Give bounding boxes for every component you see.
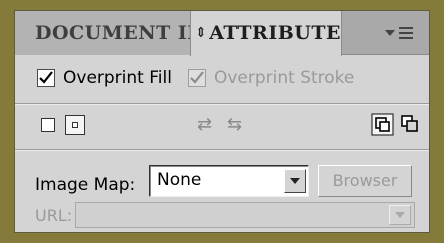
- image-map-select[interactable]: None: [149, 165, 309, 197]
- image-map-label: Image Map:: [35, 175, 136, 195]
- chevron-down-icon: [290, 178, 300, 184]
- show-center-icon[interactable]: [65, 115, 85, 135]
- icon-row: ⇄ ⇆: [15, 111, 429, 141]
- use-non-zero-winding-fill-rule-icon[interactable]: [371, 113, 395, 141]
- chevron-down-icon: [395, 212, 405, 218]
- overprint-stroke-label: Overprint Stroke: [213, 68, 355, 88]
- reverse-path-direction-on-icon[interactable]: ⇆: [227, 115, 242, 135]
- tab-document-info[interactable]: DOCUMENT INFO: [15, 11, 190, 55]
- hide-center-icon[interactable]: [41, 118, 55, 132]
- use-even-odd-fill-rule-icon[interactable]: [400, 114, 420, 138]
- tab-document-info-label: DOCUMENT INFO: [35, 22, 190, 44]
- overprint-fill-label: Overprint Fill: [63, 68, 172, 88]
- overprint-fill-checkbox[interactable]: [37, 69, 55, 87]
- divider: [15, 149, 429, 151]
- image-map-selected-value: None: [157, 170, 202, 190]
- url-dropdown-button[interactable]: [389, 205, 411, 225]
- divider: [15, 103, 429, 105]
- checkmark-icon: [39, 71, 53, 84]
- checkmark-icon: [190, 71, 204, 84]
- dropdown-button[interactable]: [284, 169, 306, 193]
- reorder-arrows-icon: ⇕: [195, 25, 208, 41]
- tab-bar: DOCUMENT INFO ⇕ATTRIBUTES: [15, 11, 429, 56]
- url-label: URL:: [35, 206, 73, 225]
- tab-attributes-label: ATTRIBUTES: [209, 22, 342, 44]
- panel-menu-button[interactable]: [379, 11, 419, 55]
- chevron-down-icon: [385, 30, 395, 36]
- overprint-row: Overprint Fill Overprint Stroke: [37, 63, 354, 93]
- panel-menu-icon: [399, 27, 413, 39]
- url-field[interactable]: [75, 202, 415, 228]
- reverse-path-direction-off-icon[interactable]: ⇄: [197, 115, 212, 135]
- browser-button[interactable]: Browser: [318, 165, 412, 197]
- attributes-panel: DOCUMENT INFO ⇕ATTRIBUTES Overprint Fill…: [14, 10, 430, 233]
- overprint-stroke-checkbox[interactable]: [187, 69, 206, 87]
- tab-attributes[interactable]: ⇕ ATTRIBUTES: [190, 11, 342, 56]
